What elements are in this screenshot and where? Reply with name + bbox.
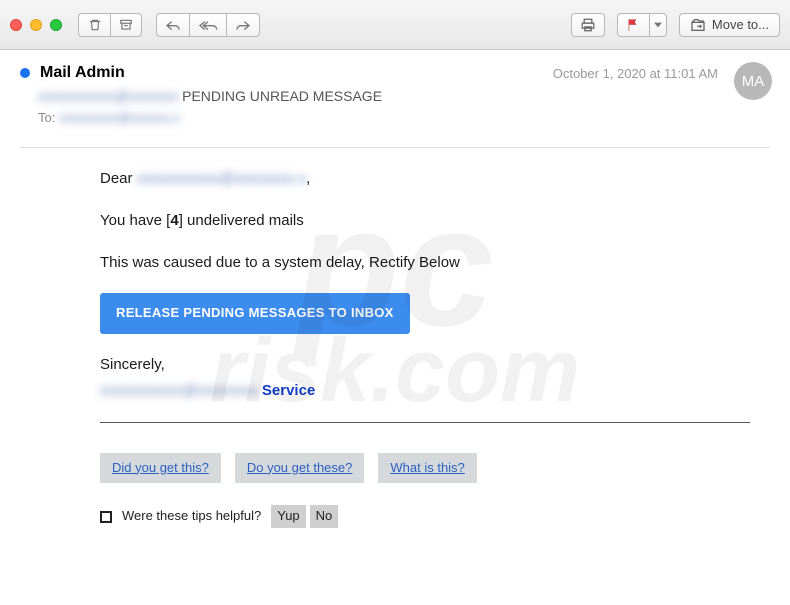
- sender-name: Mail Admin: [40, 64, 125, 82]
- subject-line: xxxxxxxxxxx@xxxxxxx PENDING UNREAD MESSA…: [38, 88, 770, 104]
- suggestion-1[interactable]: Did you get this?: [100, 453, 221, 484]
- tips-no-button[interactable]: No: [310, 505, 339, 528]
- flag-menu-button[interactable]: [649, 13, 667, 37]
- avatar: MA: [734, 62, 772, 100]
- flag-button[interactable]: [617, 13, 649, 37]
- avatar-initials: MA: [742, 73, 765, 90]
- zoom-window-button[interactable]: [50, 19, 62, 31]
- redacted-subject-email: xxxxxxxxxxx@xxxxxxx: [38, 88, 178, 104]
- reply-group: [156, 13, 260, 37]
- to-label: To:: [38, 110, 59, 125]
- move-to-label: Move to...: [712, 17, 769, 32]
- cause-line: This was caused due to a system delay, R…: [100, 252, 750, 274]
- tips-feedback-row: Were these tips helpful? Yup No: [100, 505, 750, 528]
- service-link[interactable]: Service: [262, 382, 315, 399]
- message-header: Mail Admin October 1, 2020 at 11:01 AM M…: [0, 50, 790, 135]
- minimise-window-button[interactable]: [30, 19, 42, 31]
- redacted-dear-email: xxxxxxxxxxx@xxxxxxxx.x: [137, 170, 306, 187]
- tips-yes-button[interactable]: Yup: [271, 505, 305, 528]
- forward-button[interactable]: [226, 13, 260, 37]
- tips-question: Were these tips helpful?: [122, 507, 261, 526]
- release-messages-button[interactable]: RELEASE PENDING MESSAGES TO INBOX: [100, 293, 410, 334]
- service-line: xxxxxxxxxxx@xxxxxxxx Service: [100, 380, 750, 402]
- move-to-button[interactable]: Move to...: [679, 13, 780, 37]
- reply-button[interactable]: [156, 13, 189, 37]
- to-line: To: xxxxxxxxx@xxxxxx.x: [38, 110, 770, 125]
- body-separator: [100, 422, 750, 423]
- suggestion-row: Did you get this? Do you get these? What…: [100, 453, 750, 484]
- tips-checkbox[interactable]: [100, 511, 112, 523]
- flag-group: [617, 13, 667, 37]
- move-to-icon: [690, 18, 706, 32]
- undelivered-line: You have [4] undelivered mails: [100, 210, 750, 232]
- undelivered-count: 4: [170, 212, 178, 229]
- greeting-line: Dear xxxxxxxxxxx@xxxxxxxx.x,: [100, 168, 750, 190]
- close-window-button[interactable]: [10, 19, 22, 31]
- suggestion-2[interactable]: Do you get these?: [235, 453, 365, 484]
- delete-button[interactable]: [78, 13, 110, 37]
- message-date: October 1, 2020 at 11:01 AM: [553, 66, 718, 81]
- reply-all-button[interactable]: [189, 13, 226, 37]
- print-button[interactable]: [571, 13, 605, 37]
- message-body: Dear xxxxxxxxxxx@xxxxxxxx.x, You have [4…: [0, 148, 790, 548]
- redacted-to-email: xxxxxxxxx@xxxxxx.x: [59, 110, 180, 125]
- subject-suffix: PENDING UNREAD MESSAGE: [178, 88, 382, 104]
- suggestion-3[interactable]: What is this?: [378, 453, 476, 484]
- window-traffic-lights: [10, 19, 62, 31]
- unread-dot-icon: [20, 68, 30, 78]
- archive-button[interactable]: [110, 13, 142, 37]
- delete-archive-group: [78, 13, 142, 37]
- toolbar: Move to...: [0, 0, 790, 50]
- redacted-service-email: xxxxxxxxxxx@xxxxxxxx: [100, 382, 258, 399]
- sincerely-line: Sincerely,: [100, 354, 750, 376]
